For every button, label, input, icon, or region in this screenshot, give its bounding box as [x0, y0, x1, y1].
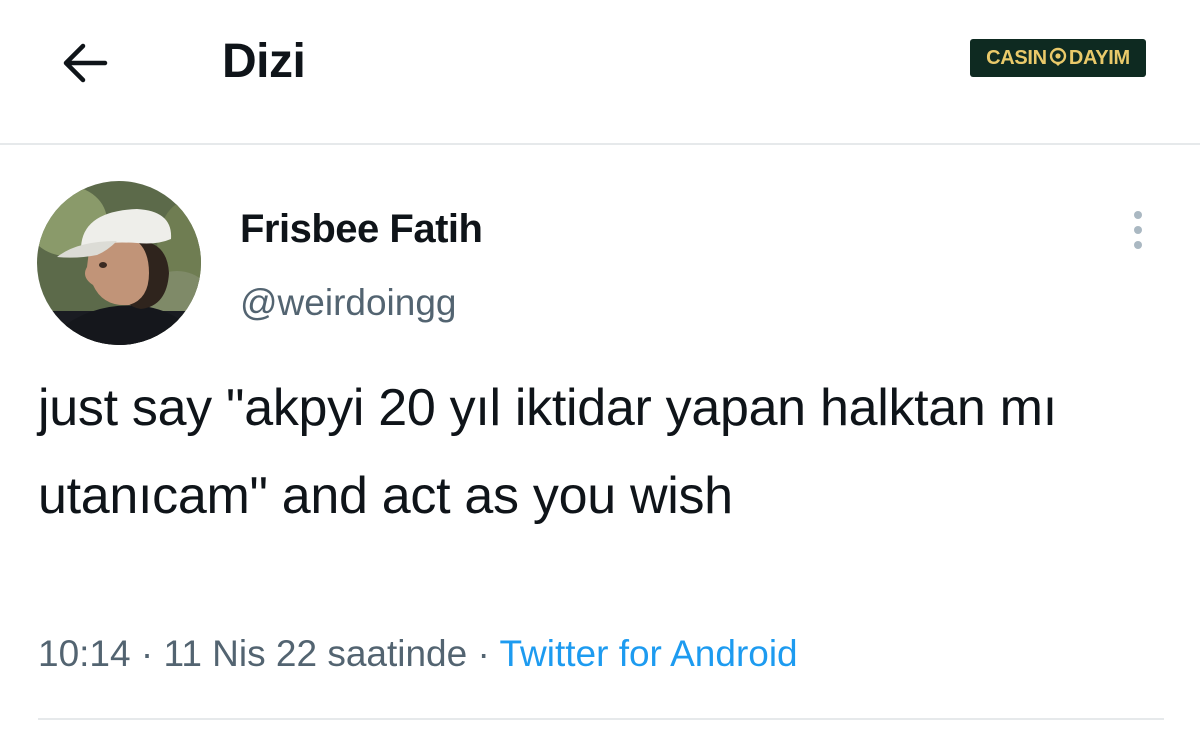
watermark-logo: CASIN DAYIM [970, 39, 1146, 77]
watermark-text-left: CASIN [986, 46, 1047, 69]
tweet-text: just say "akpyi 20 yıl iktidar yapan hal… [38, 379, 1057, 525]
more-options-button[interactable] [1118, 205, 1158, 255]
pin-icon [1049, 47, 1067, 66]
tweet-date[interactable]: 11 Nis 22 saatinde [163, 633, 467, 674]
divider [38, 718, 1164, 720]
meta-separator: · [140, 633, 154, 674]
author-avatar[interactable] [37, 181, 201, 345]
more-vertical-icon [1134, 211, 1142, 219]
more-vertical-icon-dot [1134, 241, 1142, 249]
watermark-text-right: DAYIM [1068, 46, 1130, 69]
page-title: Dizi [222, 35, 306, 88]
tweet-metadata: 10:14 · 11 Nis 22 saatinde · Twitter for… [38, 633, 798, 675]
tweet-detail-page: Dizi CASIN DAYIM Frisbee Fatih @weirdoin… [0, 0, 1200, 733]
arrow-left-icon [63, 43, 108, 83]
back-button[interactable] [52, 30, 118, 96]
tweet-source-link[interactable]: Twitter for Android [499, 633, 797, 674]
profile-photo [37, 181, 201, 345]
tweet-time[interactable]: 10:14 [38, 633, 131, 674]
meta-separator: · [477, 633, 490, 674]
author-display-name[interactable]: Frisbee Fatih [240, 207, 483, 252]
author-handle[interactable]: @weirdoingg [240, 282, 457, 324]
more-vertical-icon-dot [1134, 226, 1142, 234]
top-app-bar: Dizi CASIN DAYIM [0, 0, 1200, 145]
